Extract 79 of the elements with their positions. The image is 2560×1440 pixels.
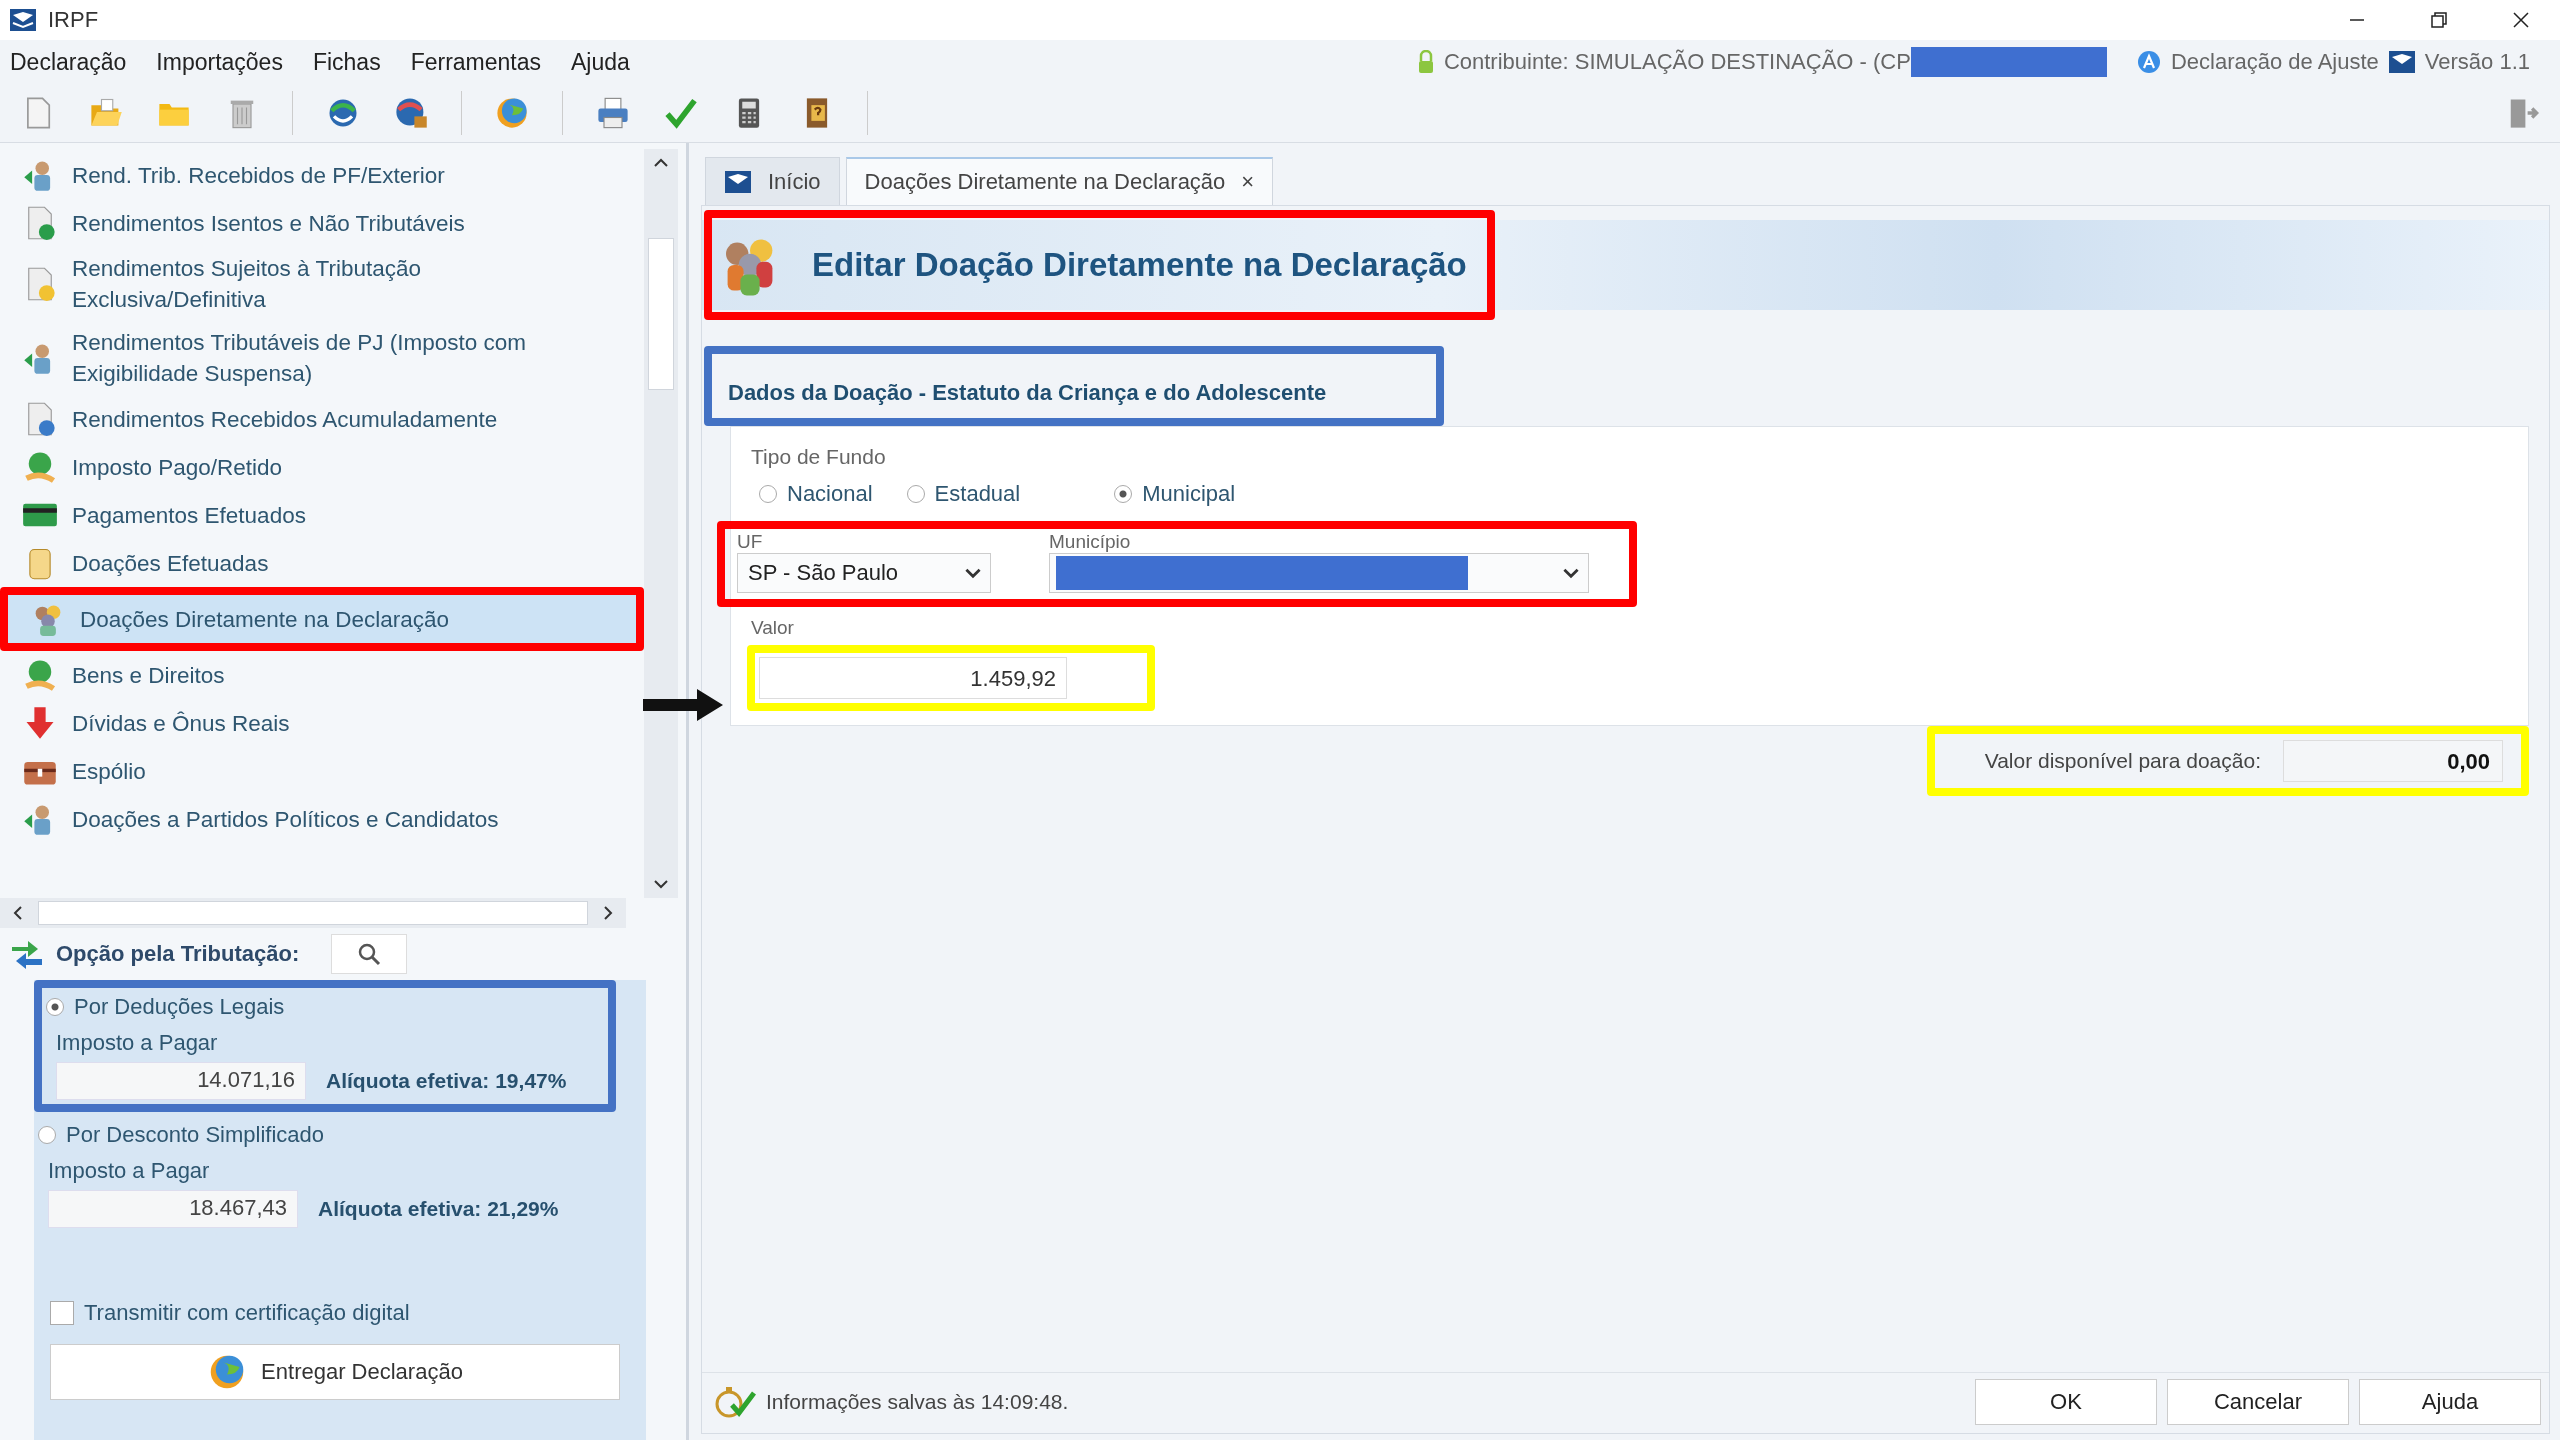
- swap-arrows-icon: [10, 939, 44, 969]
- state-dropdown[interactable]: SP - São Paulo: [737, 553, 991, 593]
- page-title: Editar Doação Diretamente na Declaração: [812, 246, 1467, 284]
- amount-field[interactable]: 18.467,43: [48, 1190, 298, 1228]
- field-label: Valor: [751, 617, 794, 639]
- search-button[interactable]: [331, 934, 408, 974]
- field-label: Imposto a Pagar: [48, 1158, 211, 1184]
- section-title: Dados da Doação - Estatuto da Criança e do Adolescente: [728, 380, 1327, 406]
- menu-item[interactable]: Ajuda: [571, 48, 630, 76]
- search-icon: [357, 942, 382, 966]
- amount-field[interactable]: 1.459,92: [759, 657, 1067, 699]
- city-dropdown[interactable]: [1049, 553, 1589, 593]
- radio-label: Municipal: [1142, 481, 1236, 507]
- sidebar-item[interactable]: Doações Diretamente na Declaração: [8, 595, 636, 643]
- close-icon[interactable]: [2512, 11, 2530, 29]
- app-logo-icon: [10, 9, 36, 31]
- radio-circle[interactable]: [38, 1126, 56, 1144]
- radio-circle[interactable]: [46, 998, 64, 1016]
- checkbox-label: Transmitir com certificação digital: [84, 1300, 410, 1326]
- available-amount-label: Valor disponível para doação:: [1984, 749, 2261, 773]
- printer-icon[interactable]: [595, 95, 631, 131]
- sidebar-item[interactable]: Imposto Pago/Retido: [0, 443, 644, 491]
- sidebar-item[interactable]: Doações a Partidos Políticos e Candidatos: [0, 795, 644, 843]
- scrollbar-thumb[interactable]: [38, 901, 588, 925]
- vertical-scrollbar[interactable]: [644, 149, 678, 898]
- app-logo-icon: [2388, 51, 2415, 73]
- globe-icon[interactable]: [494, 95, 530, 131]
- amount-field[interactable]: 14.071,16: [56, 1062, 306, 1100]
- available-amount-field: 0,00: [2283, 740, 2503, 782]
- sidebar-item[interactable]: Espólio: [0, 747, 644, 795]
- app-logo-icon: [724, 170, 752, 193]
- radio-circle[interactable]: [759, 485, 777, 503]
- menu-item[interactable]: Importações: [156, 48, 283, 76]
- radio-label: Nacional: [787, 481, 873, 507]
- menu-item[interactable]: Declaração: [10, 48, 127, 76]
- scrollbar-thumb[interactable]: [648, 237, 674, 390]
- sidebar-item[interactable]: Doações Efetuadas: [0, 539, 644, 587]
- radio-circle[interactable]: [1114, 485, 1133, 503]
- radio-button[interactable]: Por Desconto Simplificado: [38, 1122, 598, 1148]
- field-label: Tipo de Fundo: [751, 445, 886, 469]
- radio-label: Estadual: [934, 481, 1021, 507]
- declaration-type: Declaração de Ajuste: [2170, 49, 2379, 75]
- sidebar-item[interactable]: Rendimentos Tributáveis de PJ (Imposto com Exigibilidade Suspensa): [0, 321, 644, 395]
- tab[interactable]: Início: [705, 157, 840, 205]
- menu-item[interactable]: Ferramentas: [410, 48, 542, 76]
- window-title: IRPF: [48, 7, 99, 33]
- rate-label: Alíquota efetiva: 19,47%: [326, 1069, 567, 1093]
- dialog-button[interactable]: Ajuda: [2359, 1379, 2541, 1425]
- field-label: Imposto a Pagar: [56, 1030, 219, 1056]
- dialog-button[interactable]: OK: [1975, 1379, 2157, 1425]
- lock-icon: [1417, 50, 1434, 74]
- sidebar-item[interactable]: Rend. Trib. Recebidos de PF/Exterior: [0, 151, 644, 199]
- tab[interactable]: Doações Diretamente na Declaração ×: [845, 157, 1274, 205]
- checkbox[interactable]: [50, 1301, 74, 1325]
- stopwatch-check-icon: [714, 1385, 756, 1419]
- radio-button[interactable]: Por Deduções Legais: [46, 994, 606, 1020]
- sidebar-item[interactable]: Pagamentos Efetuados: [0, 491, 644, 539]
- taxpayer-label: Contribuinte: SIMULAÇÃO DESTINAÇÃO - (CP: [1443, 49, 1911, 75]
- tax-option-title: Opção pela Tributação:: [56, 941, 300, 967]
- horizontal-scrollbar[interactable]: [0, 898, 626, 928]
- menu-item[interactable]: Fichas: [312, 48, 381, 76]
- sidebar-item[interactable]: Rendimentos Isentos e Não Tributáveis: [0, 199, 644, 247]
- radio-label: Por Deduções Legais: [74, 994, 285, 1020]
- submit-declaration-button[interactable]: Entregar Declaração: [50, 1344, 620, 1400]
- status-message: Informações salvas às 14:09:48.: [766, 1390, 1069, 1414]
- sidebar-item[interactable]: Dívidas e Ônus Reais: [0, 699, 644, 747]
- sidebar-item[interactable]: Rendimentos Recebidos Acumuladamente: [0, 395, 644, 443]
- restore-icon[interactable]: [2430, 11, 2448, 29]
- radio-circle[interactable]: [906, 485, 925, 503]
- sidebar-item[interactable]: Bens e Direitos: [0, 651, 644, 699]
- dialog-button[interactable]: Cancelar: [2167, 1379, 2349, 1425]
- tab-close-button[interactable]: ×: [1241, 169, 1255, 195]
- letter-a-badge-icon: [2136, 50, 2161, 74]
- rate-label: Alíquota efetiva: 21,29%: [318, 1197, 559, 1221]
- version-label: Versão 1.1: [2424, 49, 2530, 75]
- field-label: Município: [1049, 531, 1132, 553]
- radio-label: Por Desconto Simplificado: [66, 1122, 324, 1148]
- sidebar-item[interactable]: Rendimentos Sujeitos à Tributação Exclusiva/Definitiva: [0, 247, 644, 321]
- field-label: UF: [737, 531, 764, 553]
